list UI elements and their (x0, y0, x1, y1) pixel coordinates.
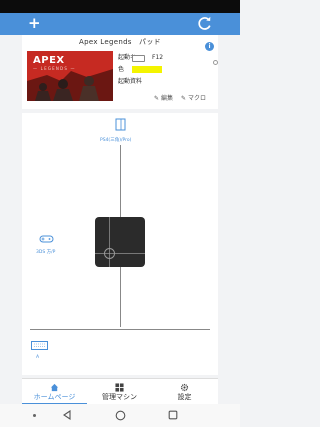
game-thumbnail: APEX — LEGENDS — (27, 51, 113, 101)
tab-settings[interactable]: 設定 (152, 379, 217, 405)
app-header: + (0, 13, 240, 35)
device-card[interactable]: Apex Legends パッド i APEX — LEGENDS — 起動キー… (22, 35, 218, 109)
crosshair-vertical (109, 217, 110, 267)
horizontal-axis (30, 329, 210, 330)
joystick-pad[interactable] (95, 217, 145, 267)
layout-canvas[interactable]: PS4(三角)/Pro) 3DS 方/P A (22, 113, 218, 375)
tab-machines-label: 管理マシン (102, 393, 137, 401)
bottom-tab-bar: ホームページ 管理マシン 設定 (22, 378, 218, 405)
recents-icon[interactable] (168, 410, 178, 420)
gamepad-icon (39, 235, 54, 243)
macro-edit-icon: ✎ (181, 95, 187, 102)
edit-icon: ✎ (154, 95, 160, 102)
system-nav-bar (0, 404, 240, 427)
back-icon[interactable] (62, 410, 72, 420)
grid-icon (115, 383, 124, 392)
crosshair-horizontal (95, 253, 145, 254)
macro-button-label: マクロ (187, 95, 206, 102)
tab-home[interactable]: ホームページ (22, 379, 87, 405)
tab-settings-label: 設定 (177, 393, 192, 401)
thumbnail-title: APEX (33, 55, 65, 66)
plus-icon[interactable]: + (28, 14, 41, 33)
device-title: Apex Legends パッド (79, 38, 161, 46)
tab-home-label: ホームページ (33, 393, 76, 401)
keyboard-icon-bottom (31, 341, 48, 350)
thumbnail-subtitle: — LEGENDS — (33, 66, 76, 71)
tablet-icon (115, 118, 126, 131)
color-swatch[interactable] (132, 66, 162, 73)
color-label: 色 (118, 66, 125, 73)
home-nav-icon[interactable] (115, 410, 126, 421)
edit-button[interactable]: ✎ 編集 (154, 95, 173, 103)
gear-icon (180, 383, 189, 392)
stick-position-dot[interactable] (104, 248, 115, 259)
keyboard-icon (132, 55, 145, 62)
edit-button-label: 編集 (160, 95, 173, 102)
refresh-icon[interactable] (196, 15, 213, 32)
home-icon (50, 383, 59, 392)
tab-machines[interactable]: 管理マシン (87, 379, 152, 405)
launch-label: 起動資料 (118, 78, 143, 85)
hotkey-value: F12 (152, 54, 164, 61)
info-icon[interactable]: i (205, 42, 214, 51)
left-device-label: 3DS 方/P (36, 250, 56, 255)
bottom-device-label: A (36, 355, 40, 360)
scroll-handle[interactable] (213, 60, 218, 65)
nav-dot-icon[interactable] (33, 414, 36, 417)
top-device-label: PS4(三角)/Pro) (100, 138, 132, 143)
status-bar (0, 0, 240, 13)
macro-button[interactable]: ✎ マクロ (181, 95, 206, 103)
